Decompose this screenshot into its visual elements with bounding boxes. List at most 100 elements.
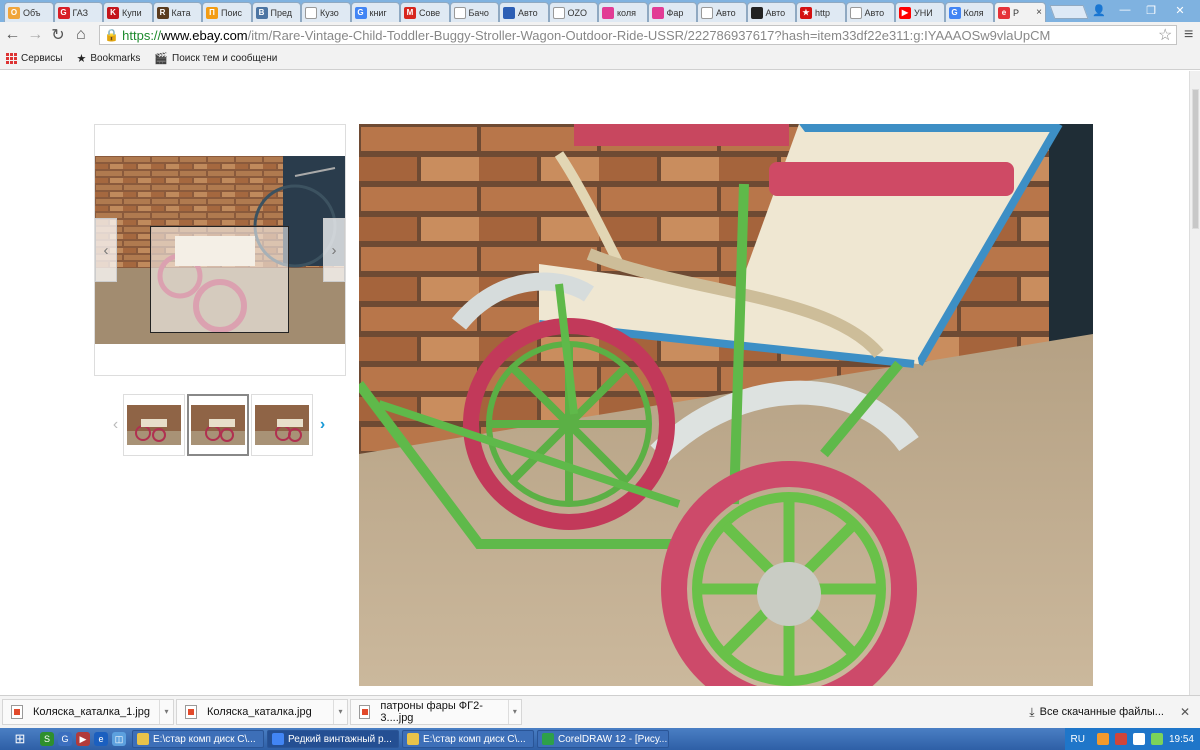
bookmark-folder[interactable]: ★ Bookmarks bbox=[76, 52, 140, 65]
system-tray: RU 19:54 bbox=[1064, 728, 1200, 750]
bookmark-apps-label: Сервисы bbox=[21, 53, 63, 64]
browser-tab[interactable]: Кузо bbox=[301, 2, 351, 22]
download-menu-icon[interactable]: ▾ bbox=[159, 700, 173, 724]
image-file-icon bbox=[359, 705, 371, 719]
page-content: ‹ › ‹ › bbox=[0, 71, 1189, 695]
bookmark-forum[interactable]: 🎬 Поиск тем и сообщени bbox=[154, 52, 277, 65]
forum-icon: 🎬 bbox=[154, 53, 169, 65]
taskbar-window-button[interactable]: CorelDRAW 12 - [Рису... bbox=[537, 730, 669, 748]
close-window-button[interactable]: ✕ bbox=[1166, 2, 1194, 18]
browser-tab[interactable]: R Ката bbox=[152, 2, 202, 22]
browser-tab[interactable]: B Пред bbox=[251, 2, 301, 22]
browser-tab[interactable]: Авто bbox=[845, 2, 895, 22]
taskbar-window-button[interactable]: E:\стар комп диск C\... bbox=[402, 730, 534, 748]
browser-tab[interactable]: M Сове bbox=[400, 2, 450, 22]
browser-tab[interactable]: ▶ УНИ bbox=[895, 2, 945, 22]
window-icon bbox=[272, 733, 284, 745]
download-item[interactable]: Коляска_каталка_1.jpg ▾ bbox=[2, 699, 174, 725]
close-shelf-button[interactable]: ✕ bbox=[1180, 705, 1190, 719]
window-icon bbox=[407, 733, 419, 745]
url-scheme: https:// bbox=[122, 27, 162, 43]
tray-alert-icon[interactable] bbox=[1114, 733, 1127, 745]
browser-tab[interactable]: Gкниг bbox=[350, 2, 400, 22]
download-item[interactable]: Коляска_каталка.jpg ▾ bbox=[176, 699, 348, 725]
browser-tab[interactable]: Авто bbox=[746, 2, 796, 22]
network-icon[interactable] bbox=[1150, 733, 1163, 745]
zoomed-product-image bbox=[359, 124, 1093, 686]
browser-tab[interactable]: K Купи bbox=[103, 2, 153, 22]
home-button[interactable]: ⌂ bbox=[70, 24, 91, 46]
gallery-thumbnail[interactable] bbox=[251, 394, 313, 456]
zoom-lens[interactable] bbox=[150, 226, 289, 333]
browser-tab[interactable]: ★ http bbox=[796, 2, 846, 22]
forward-button[interactable]: → bbox=[25, 24, 46, 46]
preview-next-button[interactable]: › bbox=[323, 218, 345, 282]
vertical-scrollbar[interactable] bbox=[1189, 71, 1200, 695]
ie-icon[interactable]: e bbox=[94, 732, 108, 746]
minimize-button[interactable]: — bbox=[1114, 2, 1136, 18]
maximize-button[interactable]: ❐ bbox=[1140, 2, 1162, 18]
scrollbar-thumb[interactable] bbox=[1192, 89, 1199, 229]
apps-grid-icon bbox=[6, 53, 17, 64]
taskbar-window-button[interactable]: Редкий винтажный р... bbox=[267, 730, 399, 748]
tab-favicon-icon bbox=[750, 6, 763, 19]
browser-tab[interactable]: G ГАЗ bbox=[53, 2, 103, 22]
tab-title: http bbox=[815, 7, 831, 18]
gallery-thumbnail[interactable] bbox=[187, 394, 249, 456]
skype-icon[interactable]: S bbox=[40, 732, 54, 746]
new-tab-button[interactable] bbox=[1049, 5, 1089, 19]
language-indicator[interactable]: RU bbox=[1071, 734, 1085, 745]
gallery-thumbnail[interactable] bbox=[123, 394, 185, 456]
browser-tab[interactable]: OZO bbox=[548, 2, 598, 22]
browser-tab[interactable]: Авто bbox=[697, 2, 747, 22]
back-button[interactable]: ← bbox=[2, 24, 23, 46]
preview-prev-button[interactable]: ‹ bbox=[95, 218, 117, 282]
tab-favicon-icon bbox=[305, 6, 317, 19]
preview-image[interactable]: ‹ › bbox=[95, 156, 345, 344]
menu-icon[interactable]: ≡ bbox=[1177, 26, 1200, 44]
tray-app-icon[interactable] bbox=[1096, 733, 1109, 745]
download-item[interactable]: патроны фары ФГ2-3....jpg ▾ bbox=[350, 699, 522, 725]
window-controls: 👤 — ❐ ✕ bbox=[1088, 2, 1194, 18]
clock: 19:54 bbox=[1168, 733, 1194, 745]
download-menu-icon[interactable]: ▾ bbox=[507, 700, 521, 724]
browser-tab[interactable]: Фар bbox=[647, 2, 697, 22]
browser-tab[interactable]: Бачо bbox=[449, 2, 499, 22]
tab-title: Р bbox=[1013, 7, 1020, 18]
address-bar[interactable]: 🔒 https:// www.ebay.com /itm/Rare-Vintag… bbox=[99, 25, 1178, 45]
media-icon[interactable]: ▶ bbox=[76, 732, 90, 746]
user-profile-icon[interactable]: 👤 bbox=[1088, 2, 1110, 18]
browser-tab[interactable]: Авто bbox=[499, 2, 549, 22]
volume-icon[interactable] bbox=[1132, 733, 1145, 745]
tab-favicon-icon: ★ bbox=[800, 6, 812, 19]
tab-title: Ката bbox=[171, 7, 191, 18]
browser-toolbar: ← → ↻ ⌂ 🔒 https:// www.ebay.com /itm/Rar… bbox=[0, 22, 1200, 48]
thumbnails-next-button[interactable]: › bbox=[315, 416, 330, 434]
browser-tab[interactable]: П Поис bbox=[202, 2, 252, 22]
window-icon bbox=[542, 733, 554, 745]
tab-title: Пред bbox=[270, 7, 293, 18]
tab-favicon-icon bbox=[651, 6, 664, 19]
tab-favicon-icon: M bbox=[404, 6, 416, 19]
thumbnails-prev-button[interactable]: ‹ bbox=[108, 416, 123, 434]
reload-button[interactable]: ↻ bbox=[48, 24, 69, 46]
browser-icon[interactable]: G bbox=[58, 732, 72, 746]
start-button[interactable]: ⊞ bbox=[0, 728, 40, 750]
download-menu-icon[interactable]: ▾ bbox=[333, 700, 347, 724]
tab-title: Купи bbox=[122, 7, 142, 18]
show-all-downloads-link[interactable]: ⤓ Все скачанные файлы... bbox=[1029, 705, 1164, 720]
browser-tab[interactable]: G Коля bbox=[944, 2, 994, 22]
tab-close-icon[interactable]: × bbox=[1036, 7, 1042, 18]
quick-launch: S G ▶ e ◫ bbox=[40, 732, 126, 746]
desktop-icon[interactable]: ◫ bbox=[112, 732, 126, 746]
bookmarks-bar: Сервисы ★ Bookmarks 🎬 Поиск тем и сообще… bbox=[0, 48, 1200, 70]
bookmark-apps[interactable]: Сервисы bbox=[6, 53, 62, 64]
tab-title: Коля bbox=[963, 7, 984, 18]
taskbar-window-button[interactable]: E:\стар комп диск C\... bbox=[132, 730, 264, 748]
browser-tab[interactable]: коля bbox=[598, 2, 648, 22]
bookmark-star-icon[interactable]: ☆ bbox=[1158, 26, 1176, 44]
browser-tab[interactable]: O Объ bbox=[4, 2, 54, 22]
image-file-icon bbox=[185, 705, 197, 719]
window-icon bbox=[137, 733, 149, 745]
browser-tab[interactable]: e Р × bbox=[994, 2, 1046, 22]
